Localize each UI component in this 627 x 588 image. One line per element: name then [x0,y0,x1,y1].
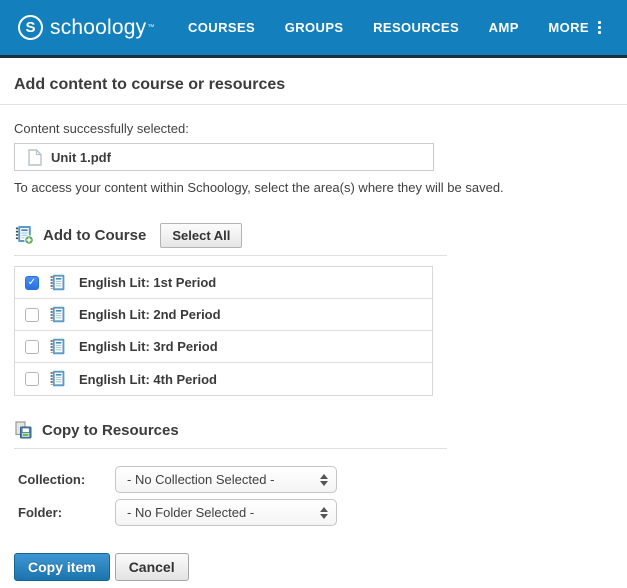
add-to-course-title: Add to Course [43,227,146,244]
course-notebook-icon [49,370,67,388]
collection-label: Collection: [14,472,115,487]
check-icon: ✓ [28,278,36,288]
schoology-logo-icon: S [18,15,43,40]
course-label: English Lit: 2nd Period [79,307,221,322]
course-checkbox[interactable]: ✓ [25,372,39,386]
course-checkbox[interactable]: ✓ [25,308,39,322]
folder-row: Folder: - No Folder Selected - [14,499,613,526]
nav-item-more[interactable]: MORE [548,20,589,35]
trademark-mark: ™ [147,24,154,31]
nav-item-groups[interactable]: GROUPS [285,20,344,35]
collection-select-value: - No Collection Selected - [127,472,320,487]
course-list: ✓ English Lit: 1st Period ✓ [14,266,433,396]
course-label: English Lit: 1st Period [79,275,216,290]
nav-menu: COURSES GROUPS RESOURCES AMP MORE [188,20,601,35]
cancel-button[interactable]: Cancel [115,553,189,581]
course-checkbox[interactable]: ✓ [25,340,39,354]
copy-to-resources-title: Copy to Resources [42,422,179,439]
course-row[interactable]: ✓ English Lit: 1st Period [15,267,432,299]
divider [14,255,447,256]
page-title: Add content to course or resources [14,76,613,94]
vertical-ellipsis-icon[interactable] [598,21,601,34]
nav-item-resources[interactable]: RESOURCES [373,20,459,35]
select-arrows-icon [320,474,328,486]
copy-to-resources-icon [14,421,33,440]
instructions-text: To access your content within Schoology,… [14,180,613,195]
select-arrows-icon [320,507,328,519]
divider [14,448,447,449]
nav-item-more-group: MORE [548,20,601,35]
selected-file-box: Unit 1.pdf [14,143,434,171]
file-icon [28,149,42,166]
main-content: Content successfully selected: Unit 1.pd… [0,121,627,581]
course-notebook-icon [49,306,67,324]
action-bar: Copy item Cancel [14,553,613,581]
folder-select-value: - No Folder Selected - [127,505,320,520]
copy-to-resources-header: Copy to Resources [14,418,613,442]
collection-select[interactable]: - No Collection Selected - [115,466,337,493]
course-checkbox[interactable]: ✓ [25,276,39,290]
course-label: English Lit: 3rd Period [79,339,218,354]
course-notebook-icon [49,274,67,292]
schoology-logo[interactable]: S schoology ™ [18,15,168,40]
select-all-button[interactable]: Select All [160,223,242,248]
course-row[interactable]: ✓ English Lit: 3rd Period [15,331,432,363]
course-label: English Lit: 4th Period [79,372,217,387]
collection-row: Collection: - No Collection Selected - [14,466,613,493]
brand-name: schoology [50,16,146,40]
file-name: Unit 1.pdf [51,150,111,165]
add-to-course-header: Add to Course Select All [14,221,613,249]
copy-item-button[interactable]: Copy item [14,553,110,581]
course-row[interactable]: ✓ English Lit: 4th Period [15,363,432,395]
status-text: Content successfully selected: [14,121,613,136]
course-notebook-icon [49,338,67,356]
add-to-course-icon [14,225,34,245]
folder-select[interactable]: - No Folder Selected - [115,499,337,526]
folder-label: Folder: [14,505,115,520]
top-navbar: S schoology ™ COURSES GROUPS RESOURCES A… [0,0,627,58]
page-header: Add content to course or resources [0,58,627,105]
course-row[interactable]: ✓ English Lit: 2nd Period [15,299,432,331]
nav-item-courses[interactable]: COURSES [188,20,255,35]
nav-item-amp[interactable]: AMP [489,20,519,35]
